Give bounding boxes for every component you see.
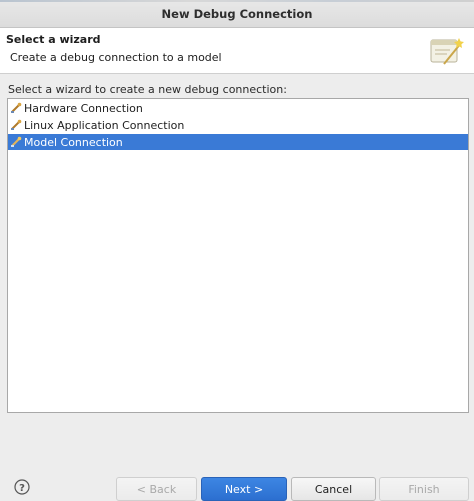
debug-connection-icon — [11, 136, 22, 147]
wizard-list[interactable]: Hardware Connection Linux Application Co… — [7, 98, 469, 413]
header-title: Select a wizard — [6, 33, 101, 46]
next-button[interactable]: Next > — [201, 477, 287, 501]
svg-text:?: ? — [19, 483, 25, 494]
header-description: Create a debug connection to a model — [10, 51, 222, 64]
debug-connection-icon — [11, 119, 22, 130]
wizard-item-model-connection[interactable]: Model Connection — [8, 134, 468, 150]
debug-connection-icon — [11, 102, 22, 113]
wizard-item-label: Linux Application Connection — [24, 118, 185, 132]
finish-button[interactable]: Finish — [379, 477, 469, 501]
button-bar: ? < Back Next > Cancel Finish — [0, 470, 474, 501]
wizard-banner-icon — [430, 38, 464, 65]
wizard-item-hardware-connection[interactable]: Hardware Connection — [8, 100, 468, 116]
wizard-header: Select a wizard Create a debug connectio… — [0, 28, 474, 74]
window-title: New Debug Connection — [161, 7, 313, 21]
title-bar[interactable]: New Debug Connection — [0, 0, 474, 28]
wizard-item-label: Model Connection — [24, 135, 123, 149]
wizard-item-linux-application-connection[interactable]: Linux Application Connection — [8, 117, 468, 133]
cancel-button[interactable]: Cancel — [291, 477, 376, 501]
back-button[interactable]: < Back — [116, 477, 197, 501]
wizard-prompt: Select a wizard to create a new debug co… — [8, 83, 287, 96]
help-icon[interactable]: ? — [14, 479, 30, 495]
wizard-item-label: Hardware Connection — [24, 101, 143, 115]
